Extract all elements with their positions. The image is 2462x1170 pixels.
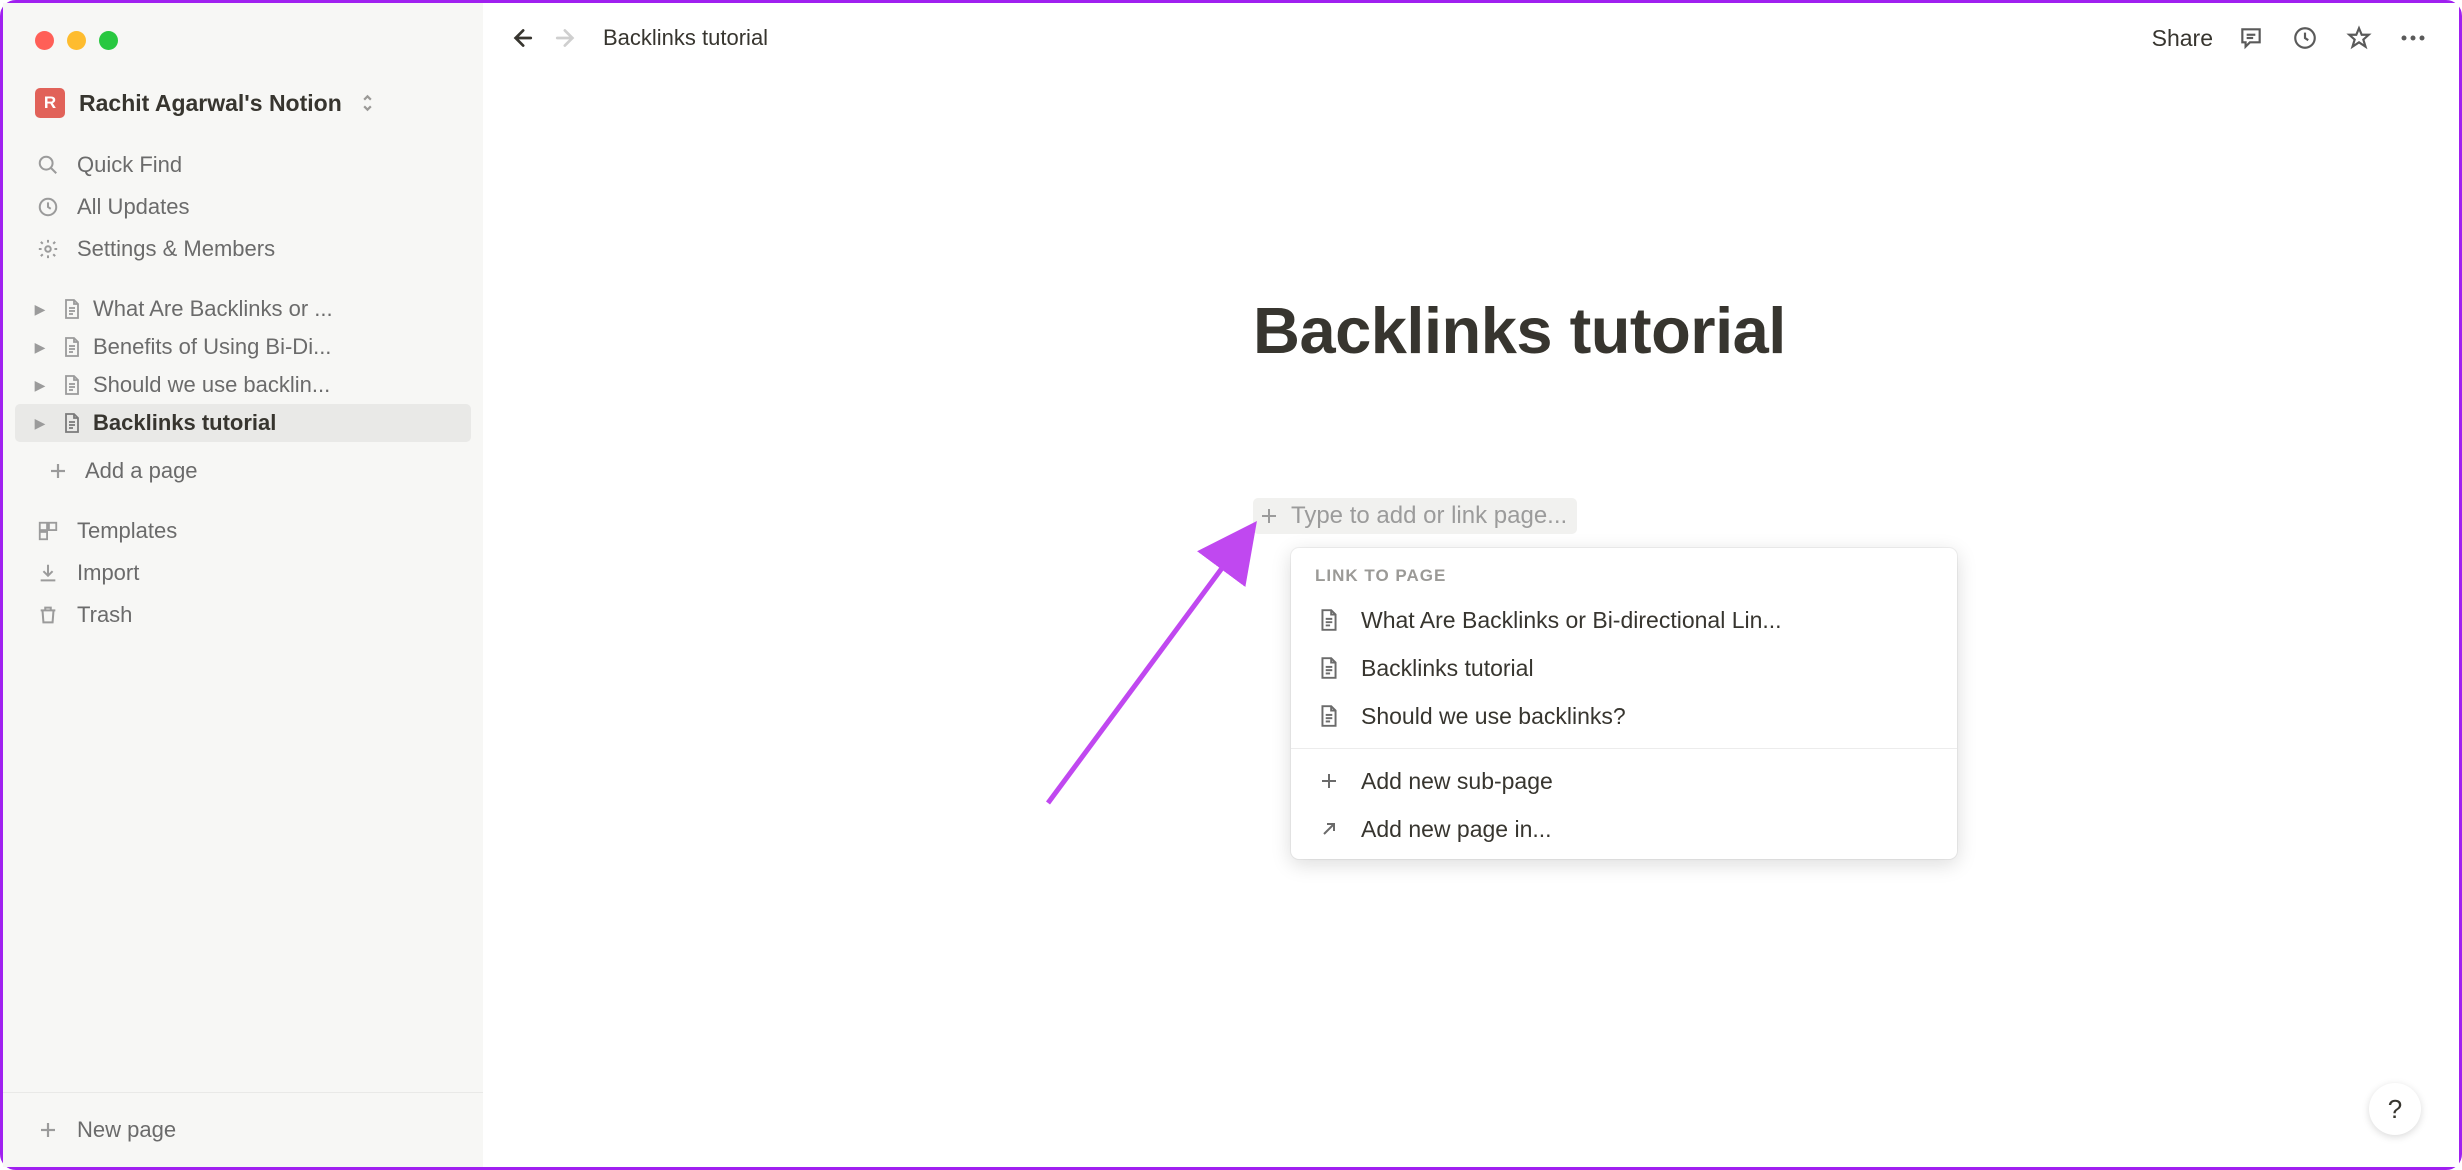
popup-item-label: What Are Backlinks or Bi-directional Lin… <box>1361 607 1782 634</box>
plus-icon <box>35 1117 61 1143</box>
workspace-name: Rachit Agarwal's Notion <box>79 90 342 117</box>
popup-add-page-in[interactable]: Add new page in... <box>1291 805 1957 859</box>
share-button[interactable]: Share <box>2152 25 2213 52</box>
page-list: ▶ What Are Backlinks or ... ▶ Benefits o… <box>3 278 483 446</box>
link-page-popup: LINK TO PAGE What Are Backlinks or Bi-di… <box>1291 548 1957 859</box>
sidebar-page-3[interactable]: ▶ Backlinks tutorial <box>15 404 471 442</box>
popup-item-label: Backlinks tutorial <box>1361 655 1534 682</box>
popup-item-label: Add new page in... <box>1361 816 1552 843</box>
clock-icon <box>35 194 61 220</box>
gear-icon <box>35 236 61 262</box>
popup-item-label: Should we use backlinks? <box>1361 703 1626 730</box>
page-icon <box>59 334 85 360</box>
chevron-up-down-icon <box>360 93 375 113</box>
workspace-badge: R <box>35 88 65 118</box>
plus-icon <box>1257 504 1281 528</box>
help-button[interactable]: ? <box>2369 1083 2421 1135</box>
trash-label: Trash <box>77 602 132 628</box>
chevron-right-icon[interactable]: ▶ <box>29 415 51 432</box>
page-label: What Are Backlinks or ... <box>93 296 457 322</box>
page-icon <box>1315 606 1343 634</box>
chevron-right-icon[interactable]: ▶ <box>29 301 51 318</box>
settings-label: Settings & Members <box>77 236 275 262</box>
quick-find-label: Quick Find <box>77 152 182 178</box>
page-label: Should we use backlin... <box>93 372 457 398</box>
sidebar-page-2[interactable]: ▶ Should we use backlin... <box>15 366 471 404</box>
favorite-icon[interactable] <box>2343 22 2375 54</box>
popup-add-subpage[interactable]: Add new sub-page <box>1291 757 1957 805</box>
more-icon[interactable] <box>2397 22 2429 54</box>
main-content: Backlinks tutorial Share Backlinks tutor… <box>483 3 2459 1167</box>
forward-button[interactable] <box>549 20 585 56</box>
help-label: ? <box>2388 1094 2402 1125</box>
close-window-icon[interactable] <box>35 31 54 50</box>
updates-icon[interactable] <box>2289 22 2321 54</box>
comments-icon[interactable] <box>2235 22 2267 54</box>
page-icon <box>1315 654 1343 682</box>
add-page[interactable]: Add a page <box>15 450 471 492</box>
trash-icon <box>35 602 61 628</box>
page-title[interactable]: Backlinks tutorial <box>1253 293 2459 368</box>
import-label: Import <box>77 560 139 586</box>
new-page-label: New page <box>77 1117 176 1143</box>
page-icon <box>1315 702 1343 730</box>
add-page-label: Add a page <box>85 458 198 484</box>
popup-divider <box>1291 748 1957 749</box>
templates-icon <box>35 518 61 544</box>
topbar: Backlinks tutorial Share <box>483 3 2459 73</box>
popup-link-item-0[interactable]: What Are Backlinks or Bi-directional Lin… <box>1291 596 1957 644</box>
sidebar-page-0[interactable]: ▶ What Are Backlinks or ... <box>15 290 471 328</box>
add-block-placeholder: Type to add or link page... <box>1291 502 1567 530</box>
popup-item-label: Add new sub-page <box>1361 768 1553 795</box>
templates-label: Templates <box>77 518 177 544</box>
all-updates-label: All Updates <box>77 194 190 220</box>
add-block-input[interactable]: Type to add or link page... <box>1253 498 1577 534</box>
import[interactable]: Import <box>15 552 471 594</box>
breadcrumb[interactable]: Backlinks tutorial <box>603 25 768 51</box>
sidebar: R Rachit Agarwal's Notion Quick Find All… <box>3 3 483 1167</box>
quick-find[interactable]: Quick Find <box>15 144 471 186</box>
sidebar-page-1[interactable]: ▶ Benefits of Using Bi-Di... <box>15 328 471 366</box>
popup-link-item-1[interactable]: Backlinks tutorial <box>1291 644 1957 692</box>
trash[interactable]: Trash <box>15 594 471 636</box>
search-icon <box>35 152 61 178</box>
annotation-arrow <box>1038 503 1278 823</box>
arrow-up-right-icon <box>1315 815 1343 843</box>
popup-header: LINK TO PAGE <box>1291 548 1957 596</box>
minimize-window-icon[interactable] <box>67 31 86 50</box>
page-label: Benefits of Using Bi-Di... <box>93 334 457 360</box>
plus-icon <box>45 458 71 484</box>
settings-members[interactable]: Settings & Members <box>15 228 471 270</box>
chevron-right-icon[interactable]: ▶ <box>29 339 51 356</box>
workspace-switcher[interactable]: R Rachit Agarwal's Notion <box>3 50 483 130</box>
all-updates[interactable]: All Updates <box>15 186 471 228</box>
download-icon <box>35 560 61 586</box>
chevron-right-icon[interactable]: ▶ <box>29 377 51 394</box>
page-icon <box>59 372 85 398</box>
popup-link-item-2[interactable]: Should we use backlinks? <box>1291 692 1957 740</box>
window-controls <box>3 3 483 50</box>
maximize-window-icon[interactable] <box>99 31 118 50</box>
page-icon <box>59 410 85 436</box>
page-icon <box>59 296 85 322</box>
plus-icon <box>1315 767 1343 795</box>
page-label: Backlinks tutorial <box>93 410 457 436</box>
new-page-button[interactable]: New page <box>15 1107 471 1153</box>
templates[interactable]: Templates <box>15 510 471 552</box>
back-button[interactable] <box>503 20 539 56</box>
